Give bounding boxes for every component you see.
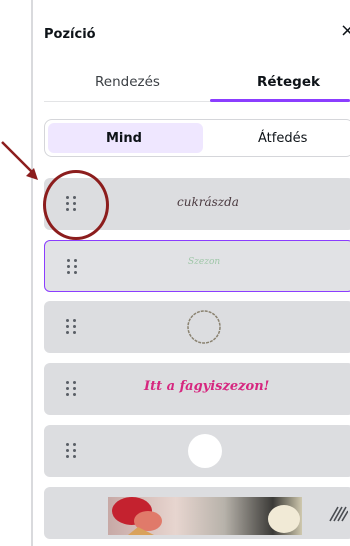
filter-mind-label[interactable]: Mind <box>106 131 142 146</box>
close-icon[interactable]: × <box>340 22 350 40</box>
filter-atfedes-button[interactable]: Átfedés <box>258 131 307 146</box>
tab-rendezes[interactable]: Rendezés <box>95 74 160 90</box>
ring-shape-preview-icon <box>187 310 221 344</box>
active-tab-indicator <box>210 99 350 102</box>
layer-row-selected[interactable]: Szezon <box>44 240 350 292</box>
drag-handle-icon[interactable] <box>66 381 80 397</box>
layer-preview-text: Szezon <box>188 257 221 267</box>
layer-row[interactable] <box>44 301 350 353</box>
white-circle-preview-icon <box>188 434 222 468</box>
layer-row[interactable] <box>44 425 350 477</box>
panel-title: Pozíció <box>44 27 96 42</box>
ice-cream-photo-preview <box>108 497 302 535</box>
drag-handle-icon[interactable] <box>67 259 81 275</box>
annotation-arrow-icon <box>1 141 38 180</box>
annotation-circle <box>43 170 109 240</box>
layer-row[interactable]: Itt a fagyiszezon! <box>44 363 350 415</box>
panel-left-border <box>31 0 33 546</box>
layer-preview-text: Itt a fagyiszezon! <box>144 379 270 394</box>
drag-handle-icon[interactable] <box>66 443 80 459</box>
transparency-pattern-icon <box>329 506 348 522</box>
drag-handle-icon[interactable] <box>66 319 80 335</box>
layer-preview-text: cukrászda <box>177 195 239 209</box>
layer-row[interactable] <box>44 487 350 539</box>
tab-retegek[interactable]: Rétegek <box>257 74 320 90</box>
